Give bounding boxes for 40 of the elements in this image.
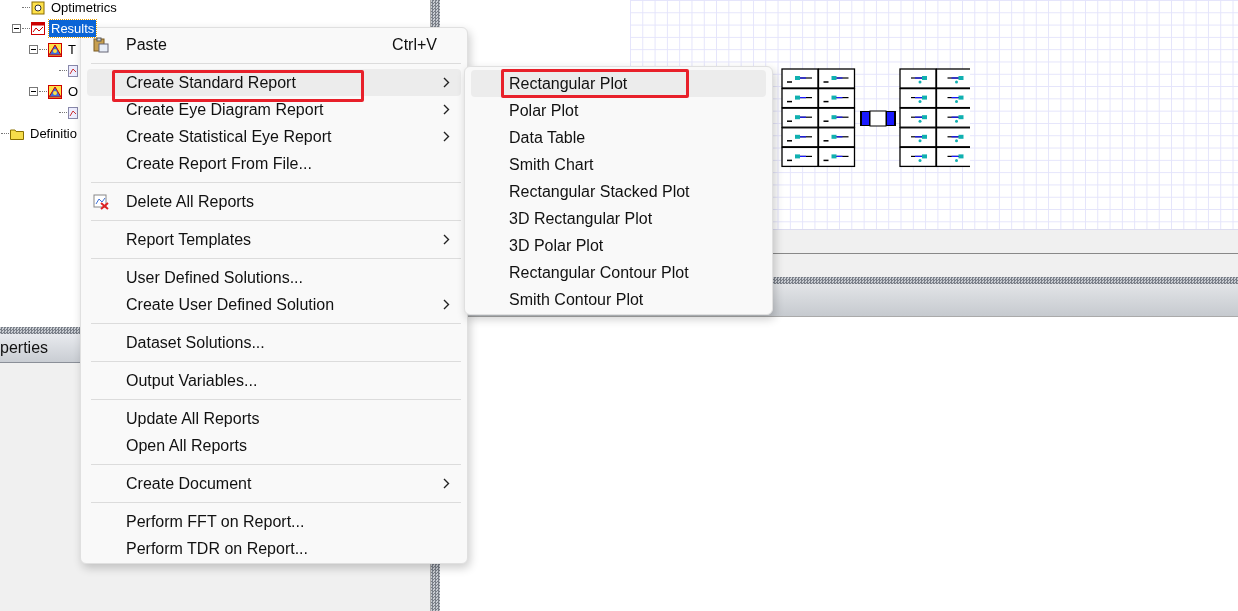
tree-item[interactable]: O <box>66 83 81 100</box>
menu-item[interactable]: Output Variables... <box>87 367 461 394</box>
menu-item[interactable]: Update All Reports <box>87 405 461 432</box>
panel-tab[interactable]: perties <box>0 334 80 363</box>
menu-item[interactable]: User Defined Solutions... <box>87 264 461 291</box>
collapse-icon[interactable] <box>29 45 38 54</box>
menu-item[interactable]: Polar Plot <box>471 97 766 124</box>
plot-icon[interactable] <box>68 64 78 77</box>
menu-item[interactable]: Data Table <box>471 124 766 151</box>
chart-window-icon <box>31 22 45 35</box>
menu-item[interactable]: Create Document <box>87 470 461 497</box>
menu-item[interactable]: 3D Rectangular Plot <box>471 205 766 232</box>
plot-icon[interactable] <box>68 106 78 119</box>
report-icon <box>48 42 62 57</box>
tree-item[interactable]: T <box>66 41 78 58</box>
menu-item[interactable]: 3D Polar Plot <box>471 232 766 259</box>
delete-chart-icon <box>93 193 109 210</box>
menu-item[interactable]: Rectangular Contour Plot <box>471 259 766 286</box>
folder-icon <box>10 127 24 140</box>
tree-item[interactable]: Results <box>49 20 97 37</box>
clipboard-icon <box>93 36 109 53</box>
tree-item[interactable]: Definitio <box>28 125 79 142</box>
menu-item[interactable]: Smith Contour Plot <box>471 286 766 313</box>
menu-item[interactable]: Create Statistical Eye Report <box>87 123 461 150</box>
menu-item[interactable]: Perform TDR on Report... <box>87 535 461 562</box>
menu-item[interactable]: Dataset Solutions... <box>87 329 461 356</box>
menu-item[interactable]: Smith Chart <box>471 151 766 178</box>
menu-item[interactable]: Delete All Reports <box>87 188 461 215</box>
menu-item[interactable]: Open All Reports <box>87 432 461 459</box>
tree-item[interactable]: Optimetrics <box>49 0 119 16</box>
menu-item[interactable]: Rectangular Stacked Plot <box>471 178 766 205</box>
menu-item[interactable]: Create Report From File... <box>87 150 461 177</box>
menu-item[interactable]: Create User Defined Solution <box>87 291 461 318</box>
collapse-icon[interactable] <box>12 24 21 33</box>
menu-item[interactable]: Create Eye Diagram Report <box>87 96 461 123</box>
report-icon <box>48 84 62 99</box>
menu-item[interactable]: Report Templates <box>87 226 461 253</box>
collapse-icon[interactable] <box>29 87 38 96</box>
menu-item[interactable]: Create Standard Report <box>87 69 461 96</box>
menu-item[interactable]: Perform FFT on Report... <box>87 508 461 535</box>
